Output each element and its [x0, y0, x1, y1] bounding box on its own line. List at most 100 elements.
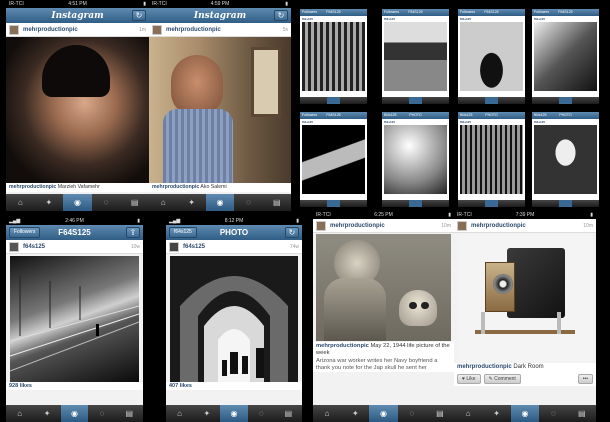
home-icon[interactable]: ⌂: [454, 405, 482, 422]
post-photo[interactable]: [302, 125, 365, 194]
avatar[interactable]: [9, 24, 19, 35]
explore-icon[interactable]: ✦: [482, 405, 510, 422]
camera-icon[interactable]: [484, 97, 499, 104]
post-photo[interactable]: [460, 125, 523, 194]
camera-icon[interactable]: ◉: [205, 194, 235, 211]
reload-button[interactable]: ↻: [285, 227, 299, 238]
explore-icon[interactable]: ✦: [341, 405, 369, 422]
news-icon[interactable]: ◌: [248, 405, 275, 422]
back-button[interactable]: Followers: [302, 9, 317, 16]
share-button[interactable]: ⇪: [126, 227, 140, 238]
camera-icon[interactable]: [326, 97, 341, 104]
avatar[interactable]: [457, 220, 467, 231]
avatar[interactable]: [152, 24, 162, 35]
thumbnail-screen[interactable]: Followers F64S125 f64s125: [532, 5, 599, 104]
home-icon[interactable]: ⌂: [313, 405, 341, 422]
post-photo[interactable]: [10, 256, 139, 382]
like-button[interactable]: ♥ Like: [457, 373, 481, 384]
username[interactable]: f64s125: [183, 244, 290, 250]
post-photo[interactable]: [6, 37, 149, 183]
post-photo[interactable]: [149, 37, 291, 183]
post-header[interactable]: mehrproductionpic 10m: [313, 219, 454, 233]
username[interactable]: f64s125: [23, 244, 131, 250]
back-button[interactable]: Followers: [9, 227, 41, 238]
camera-icon[interactable]: [484, 200, 499, 207]
back-button[interactable]: Followers: [384, 9, 399, 16]
post-photo[interactable]: [384, 22, 447, 91]
back-button[interactable]: Followers: [460, 9, 475, 16]
back-button[interactable]: Followers: [534, 9, 549, 16]
back-button[interactable]: f64s125: [169, 227, 197, 238]
caption-user[interactable]: mehrproductionpic: [9, 184, 56, 190]
post-photo[interactable]: [170, 256, 298, 382]
thumbnail-screen[interactable]: Followers F64S125 f64s125: [458, 5, 525, 104]
thumbnail-screen[interactable]: f64s125 PHOTO f64s125: [458, 108, 525, 207]
more-button[interactable]: •••: [577, 373, 593, 384]
post-header[interactable]: mehrproductionpic 5s: [149, 23, 291, 37]
post-header[interactable]: mehrproductionpic 1m: [6, 23, 149, 37]
username[interactable]: mehrproductionpic: [330, 223, 441, 229]
thumbnail-screen[interactable]: f64s125 PHOTO f64s125: [382, 108, 449, 207]
caption-user[interactable]: mehrproductionpic: [316, 343, 369, 349]
post-photo[interactable]: [316, 234, 451, 341]
profile-icon[interactable]: ▤: [426, 405, 454, 422]
news-icon[interactable]: ◌: [539, 405, 567, 422]
home-icon[interactable]: ⌂: [6, 194, 35, 211]
comment-button[interactable]: ✎ Comment: [483, 373, 521, 384]
explore-icon[interactable]: ✦: [193, 405, 220, 422]
home-icon[interactable]: ⌂: [149, 194, 177, 211]
explore-icon[interactable]: ✦: [35, 194, 64, 211]
thumbnail-screen[interactable]: Followers F64S125 f64s125: [300, 108, 367, 207]
reload-button[interactable]: ↻: [274, 10, 288, 21]
post-photo[interactable]: [384, 125, 447, 194]
post-photo[interactable]: [534, 125, 597, 194]
camera-icon[interactable]: [326, 200, 341, 207]
post-photo[interactable]: [302, 22, 365, 91]
explore-icon[interactable]: ✦: [33, 405, 60, 422]
thumbnail-screen[interactable]: Followers F64S125 f64s125: [300, 5, 367, 104]
profile-icon[interactable]: ▤: [275, 405, 302, 422]
like-count[interactable]: 407 likes: [166, 382, 302, 390]
profile-icon[interactable]: ▤: [116, 405, 143, 422]
news-icon[interactable]: ◌: [398, 405, 426, 422]
avatar[interactable]: [316, 220, 326, 231]
username[interactable]: mehrproductionpic: [23, 27, 139, 33]
caption-user[interactable]: mehrproductionpic: [152, 184, 199, 190]
camera-icon[interactable]: ◉: [369, 405, 398, 422]
username[interactable]: mehrproductionpic: [471, 223, 583, 229]
post-photo[interactable]: [534, 22, 597, 91]
post-header[interactable]: mehrproductionpic 10m: [454, 219, 596, 233]
explore-icon[interactable]: ✦: [177, 194, 205, 211]
reload-button[interactable]: ↻: [132, 10, 146, 21]
back-button[interactable]: f64s125: [460, 112, 472, 119]
camera-icon[interactable]: [558, 97, 573, 104]
camera-icon[interactable]: ◉: [510, 405, 540, 422]
back-button[interactable]: f64s125: [384, 112, 396, 119]
post-photo[interactable]: [457, 234, 593, 362]
news-icon[interactable]: ◌: [234, 194, 262, 211]
like-count[interactable]: 928 likes: [6, 382, 143, 390]
profile-icon[interactable]: ▤: [568, 405, 596, 422]
back-button[interactable]: f64s125: [534, 112, 546, 119]
camera-icon[interactable]: [558, 200, 573, 207]
camera-icon[interactable]: ◉: [63, 194, 92, 211]
camera-icon[interactable]: ◉: [220, 405, 248, 422]
post-header[interactable]: f64s125 74w: [166, 240, 302, 254]
post-header[interactable]: f64s125 10w: [6, 240, 143, 254]
avatar[interactable]: [9, 241, 19, 252]
thumbnail-screen[interactable]: f64s125 PHOTO f64s125: [532, 108, 599, 207]
back-button[interactable]: Followers: [302, 112, 317, 119]
camera-icon[interactable]: [408, 200, 423, 207]
post-photo[interactable]: [460, 22, 523, 91]
camera-icon[interactable]: [408, 97, 423, 104]
news-icon[interactable]: ◌: [92, 194, 121, 211]
avatar[interactable]: [169, 241, 179, 252]
news-icon[interactable]: ◌: [88, 405, 115, 422]
username[interactable]: mehrproductionpic: [166, 27, 283, 33]
profile-icon[interactable]: ▤: [263, 194, 291, 211]
camera-icon[interactable]: ◉: [60, 405, 89, 422]
profile-icon[interactable]: ▤: [120, 194, 149, 211]
home-icon[interactable]: ⌂: [6, 405, 33, 422]
caption-user[interactable]: mehrproductionpic: [457, 364, 512, 370]
home-icon[interactable]: ⌂: [166, 405, 193, 422]
